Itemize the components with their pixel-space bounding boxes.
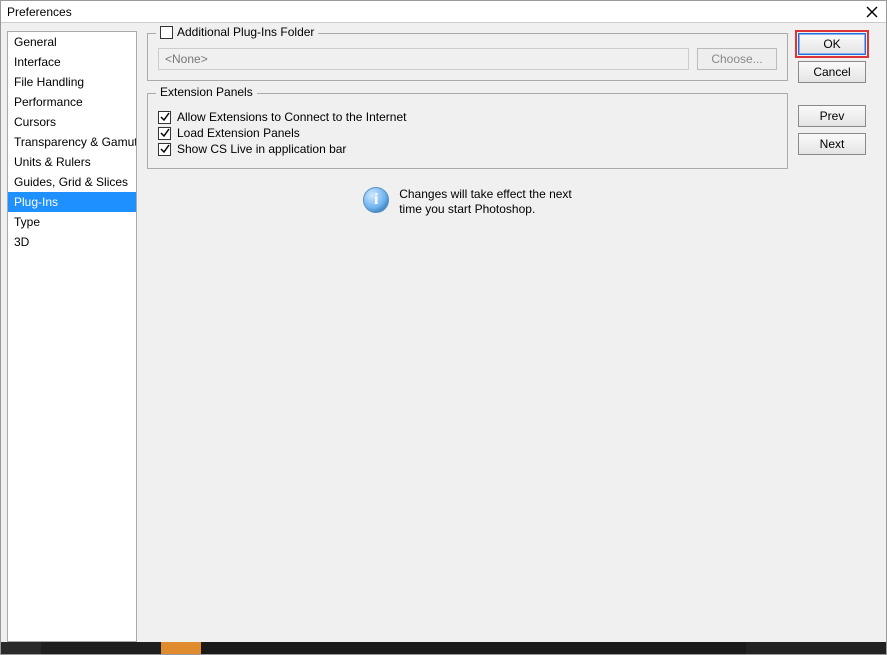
taskbar	[1, 642, 886, 654]
info-line-1: Changes will take effect the next	[399, 187, 572, 202]
sidebar-item-3d[interactable]: 3D	[8, 232, 136, 252]
sidebar-item-label: File Handling	[14, 75, 84, 89]
next-button[interactable]: Next	[798, 133, 866, 155]
sidebar-item-label: Units & Rulers	[14, 155, 91, 169]
additional-plugins-group: Additional Plug-Ins Folder <None> Choose…	[147, 33, 788, 81]
sidebar-item-label: General	[14, 35, 57, 49]
sidebar-item-guides-grid-slices[interactable]: Guides, Grid & Slices	[8, 172, 136, 192]
info-icon: i	[363, 187, 389, 213]
main-panel: Additional Plug-Ins Folder <None> Choose…	[143, 31, 792, 642]
close-icon[interactable]	[864, 4, 880, 20]
sidebar-item-cursors[interactable]: Cursors	[8, 112, 136, 132]
sidebar-item-label: Cursors	[14, 115, 56, 129]
cancel-button[interactable]: Cancel	[798, 61, 866, 83]
ok-button[interactable]: OK	[798, 33, 866, 55]
prev-button[interactable]: Prev	[798, 105, 866, 127]
show-cs-live-checkbox[interactable]	[158, 143, 171, 156]
show-cs-live-label: Show CS Live in application bar	[177, 142, 346, 156]
extension-panels-group: Extension Panels Allow Extensions to Con…	[147, 93, 788, 169]
sidebar-item-general[interactable]: General	[8, 32, 136, 52]
info-message: i Changes will take effect the next time…	[363, 187, 572, 217]
sidebar-item-label: 3D	[14, 235, 29, 249]
load-extension-panels-checkbox[interactable]	[158, 127, 171, 140]
info-text: Changes will take effect the next time y…	[399, 187, 572, 217]
sidebar-item-label: Plug-Ins	[14, 195, 58, 209]
allow-extensions-internet-label: Allow Extensions to Connect to the Inter…	[177, 110, 406, 124]
info-line-2: time you start Photoshop.	[399, 202, 572, 217]
preferences-dialog: Preferences General Interface File Handl…	[0, 0, 887, 655]
additional-plugins-checkbox[interactable]	[160, 26, 173, 39]
sidebar-item-label: Guides, Grid & Slices	[14, 175, 128, 189]
sidebar-item-label: Transparency & Gamut	[14, 135, 137, 149]
sidebar-item-transparency-gamut[interactable]: Transparency & Gamut	[8, 132, 136, 152]
window-title: Preferences	[7, 5, 864, 19]
sidebar-item-label: Performance	[14, 95, 83, 109]
sidebar-item-type[interactable]: Type	[8, 212, 136, 232]
additional-plugins-legend: Additional Plug-Ins Folder	[177, 25, 314, 39]
titlebar: Preferences	[1, 1, 886, 23]
dialog-buttons: OK Cancel Prev Next	[798, 31, 880, 642]
sidebar-item-performance[interactable]: Performance	[8, 92, 136, 112]
extension-panels-legend: Extension Panels	[160, 85, 253, 99]
sidebar-item-units-rulers[interactable]: Units & Rulers	[8, 152, 136, 172]
sidebar-item-label: Interface	[14, 55, 61, 69]
sidebar-item-interface[interactable]: Interface	[8, 52, 136, 72]
category-sidebar: General Interface File Handling Performa…	[7, 31, 137, 642]
load-extension-panels-label: Load Extension Panels	[177, 126, 300, 140]
sidebar-item-label: Type	[14, 215, 40, 229]
plugins-path-display: <None>	[158, 48, 689, 70]
allow-extensions-internet-checkbox[interactable]	[158, 111, 171, 124]
sidebar-item-plug-ins[interactable]: Plug-Ins	[8, 192, 136, 212]
choose-button: Choose...	[697, 48, 777, 70]
sidebar-item-file-handling[interactable]: File Handling	[8, 72, 136, 92]
